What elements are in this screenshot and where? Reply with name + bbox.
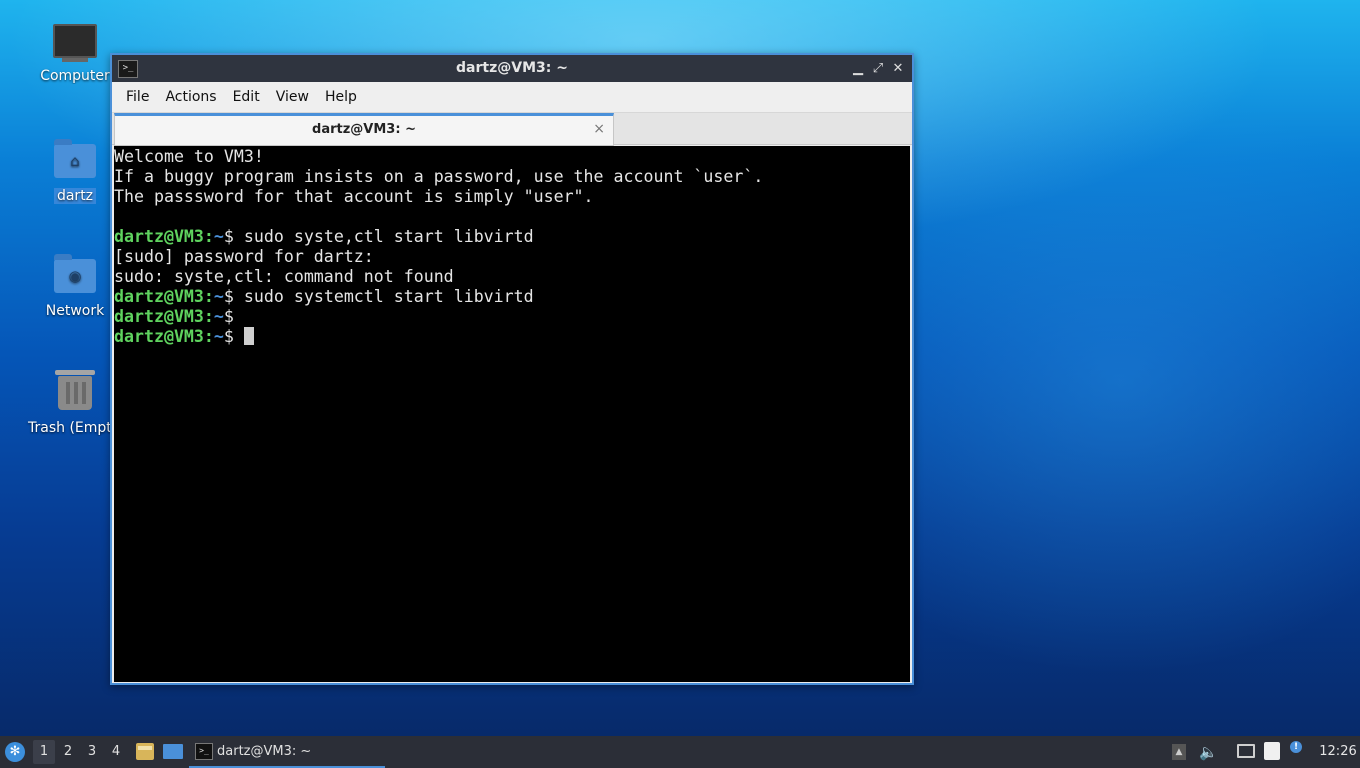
desktop-icon-label: Computer	[40, 68, 110, 84]
prompt-symbol: $	[223, 307, 234, 326]
volume-icon[interactable]: 🔈	[1199, 744, 1218, 760]
home-folder-icon: ⌂	[53, 139, 97, 184]
menu-edit[interactable]: Edit	[225, 82, 268, 112]
desktop-icon-network[interactable]: ◉ Network	[27, 254, 123, 319]
terminal-window[interactable]: >_ dartz@VM3: ~ ▁ ⤢ ✕ File Actions Edit View H…	[110, 53, 914, 685]
minimize-button[interactable]: ▁	[848, 55, 868, 82]
taskbar-task-label: dartz@VM3: ~	[217, 744, 312, 759]
network-icon[interactable]	[1237, 744, 1255, 758]
tab-close-icon[interactable]: ×	[593, 116, 605, 143]
desktop-icon-computer[interactable]: Computer	[27, 20, 123, 84]
show-desktop-icon[interactable]	[163, 744, 183, 759]
desktop-icon-label: Network	[45, 303, 105, 319]
menu-actions[interactable]: Actions	[157, 82, 224, 112]
workspace-4[interactable]: 4	[105, 736, 127, 768]
terminal-task-icon: >_	[195, 743, 213, 760]
terminal-line: Welcome to VM3!	[114, 147, 910, 167]
menu-view[interactable]: View	[268, 82, 317, 112]
workspace-1[interactable]: 1	[33, 740, 55, 764]
terminal-line: If a buggy program insists on a password…	[114, 167, 910, 187]
desktop-icon-trash[interactable]: Trash (Empt	[20, 370, 112, 436]
command-text: sudo systemctl start libvirtd	[233, 287, 534, 306]
desktop-background: Computer ⌂ dartz ◉ Network Trash (Empt >…	[0, 0, 1360, 736]
close-button[interactable]: ✕	[888, 55, 908, 82]
prompt-path: ~	[213, 327, 224, 346]
terminal-line: [sudo] password for dartz:	[114, 247, 910, 267]
terminal-cursor	[243, 327, 254, 345]
prompt-symbol: $	[223, 287, 234, 306]
monitor-icon	[53, 24, 97, 64]
terminal-line: The passsword for that account is simply…	[114, 187, 910, 207]
notification-icon[interactable]: !	[1290, 741, 1302, 753]
tab-label: dartz@VM3: ~	[312, 122, 416, 137]
prompt-path: ~	[213, 287, 224, 306]
output-text: The passsword for that account is simply…	[114, 187, 594, 206]
window-title: dartz@VM3: ~	[456, 60, 568, 76]
desktop-icon-home[interactable]: ⌂ dartz	[27, 139, 123, 204]
network-folder-icon: ◉	[53, 254, 97, 299]
prompt-symbol: $	[223, 327, 234, 346]
menu-file[interactable]: File	[118, 82, 157, 112]
desktop-icon-label: Trash (Empt	[28, 420, 112, 436]
output-text: sudo: syste,ctl: command not found	[114, 267, 454, 286]
output-text: If a buggy program insists on a password…	[114, 167, 764, 186]
trash-icon	[53, 370, 97, 416]
menu-bar: File Actions Edit View Help	[112, 82, 912, 113]
menu-help[interactable]: Help	[317, 82, 365, 112]
prompt-user-host: dartz@VM3	[114, 327, 204, 346]
clipboard-icon[interactable]	[1264, 742, 1280, 760]
command-text: sudo syste,ctl start libvirtd	[233, 227, 534, 246]
taskbar-task-terminal[interactable]: >_ dartz@VM3: ~	[189, 736, 385, 768]
command-text	[234, 327, 244, 346]
tab-bar: dartz@VM3: ~ ×	[112, 113, 912, 146]
prompt-path: ~	[213, 227, 224, 246]
terminal-line: sudo: syste,ctl: command not found	[114, 267, 910, 287]
clock[interactable]: 12:26	[1318, 736, 1358, 768]
output-text: [sudo] password for dartz:	[114, 247, 374, 266]
maximize-button[interactable]: ⤢	[868, 55, 888, 82]
tray-expand-icon[interactable]: ▲	[1172, 744, 1186, 760]
workspace-3[interactable]: 3	[81, 736, 103, 768]
prompt-user-host: dartz@VM3	[114, 287, 204, 306]
terminal-line: dartz@VM3:~$	[114, 327, 910, 347]
prompt-user-host: dartz@VM3	[114, 227, 204, 246]
prompt-symbol: $	[223, 227, 234, 246]
terminal-line: dartz@VM3:~$ sudo syste,ctl start libvir…	[114, 227, 534, 246]
start-menu-icon[interactable]: ✻	[5, 742, 25, 762]
output-text: Welcome to VM3!	[114, 147, 264, 166]
terminal-line: dartz@VM3:~$ sudo systemctl start libvir…	[114, 287, 534, 306]
window-titlebar[interactable]: >_ dartz@VM3: ~ ▁ ⤢ ✕	[112, 55, 912, 82]
terminal-line: dartz@VM3:~$	[114, 307, 234, 326]
workspace-2[interactable]: 2	[57, 736, 79, 768]
file-manager-icon[interactable]	[136, 743, 154, 760]
terminal-tab[interactable]: dartz@VM3: ~ ×	[114, 113, 614, 146]
prompt-user-host: dartz@VM3	[114, 307, 204, 326]
desktop-icon-label: dartz	[53, 188, 97, 204]
terminal-output[interactable]: Welcome to VM3! If a buggy program insist…	[114, 146, 910, 682]
terminal-app-icon: >_	[118, 60, 138, 78]
taskbar: ✻ 1 2 3 4 >_ dartz@VM3: ~ ▲ 🔈 ! 12:26	[0, 736, 1360, 768]
prompt-path: ~	[213, 307, 224, 326]
